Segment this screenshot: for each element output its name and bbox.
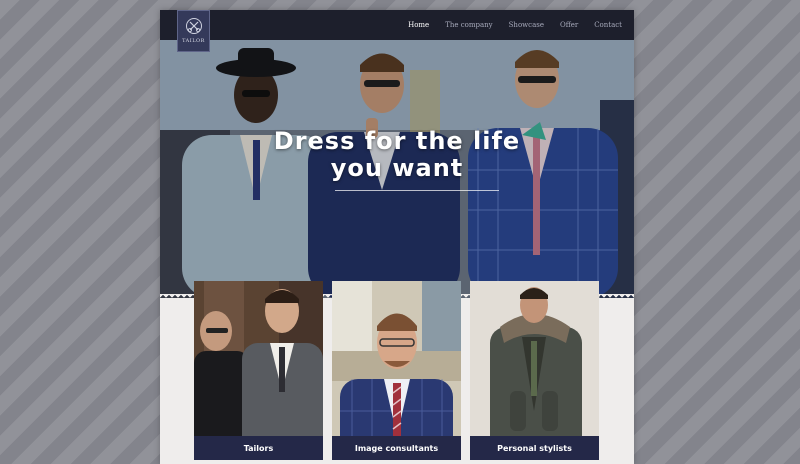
nav-menu: Home The company Showcase Offer Contact: [400, 10, 630, 40]
hero-banner: Dress for the life you want: [160, 40, 634, 298]
hero-title-line2: you want: [330, 154, 464, 182]
nav-the-company[interactable]: The company: [445, 21, 492, 29]
card-label-personal-stylists: Personal stylists: [470, 436, 599, 460]
tailors-photo: [194, 281, 323, 460]
brand-logo[interactable]: TAILOR: [177, 10, 210, 52]
card-label-image-consultants: Image consultants: [332, 436, 461, 460]
card-label-tailors: Tailors: [194, 436, 323, 460]
card-tailors[interactable]: Tailors: [194, 281, 323, 460]
hero-divider: [335, 190, 499, 191]
logo-text: TAILOR: [182, 38, 205, 44]
navbar: TAILOR Home The company Showcase Offer C…: [160, 10, 634, 52]
nav-offer[interactable]: Offer: [560, 21, 578, 29]
nav-home[interactable]: Home: [408, 21, 429, 29]
card-image-consultants[interactable]: Image consultants: [332, 281, 461, 460]
website-frame: TAILOR Home The company Showcase Offer C…: [160, 10, 634, 464]
hero-title: Dress for the life you want: [160, 128, 634, 182]
nav-contact[interactable]: Contact: [594, 21, 622, 29]
nav-showcase[interactable]: Showcase: [509, 21, 544, 29]
image-consultants-photo: [332, 281, 461, 460]
personal-stylists-photo: [470, 281, 599, 460]
hero-title-line1: Dress for the life: [273, 127, 521, 155]
scissors-icon: [186, 18, 202, 34]
card-personal-stylists[interactable]: Personal stylists: [470, 281, 599, 460]
